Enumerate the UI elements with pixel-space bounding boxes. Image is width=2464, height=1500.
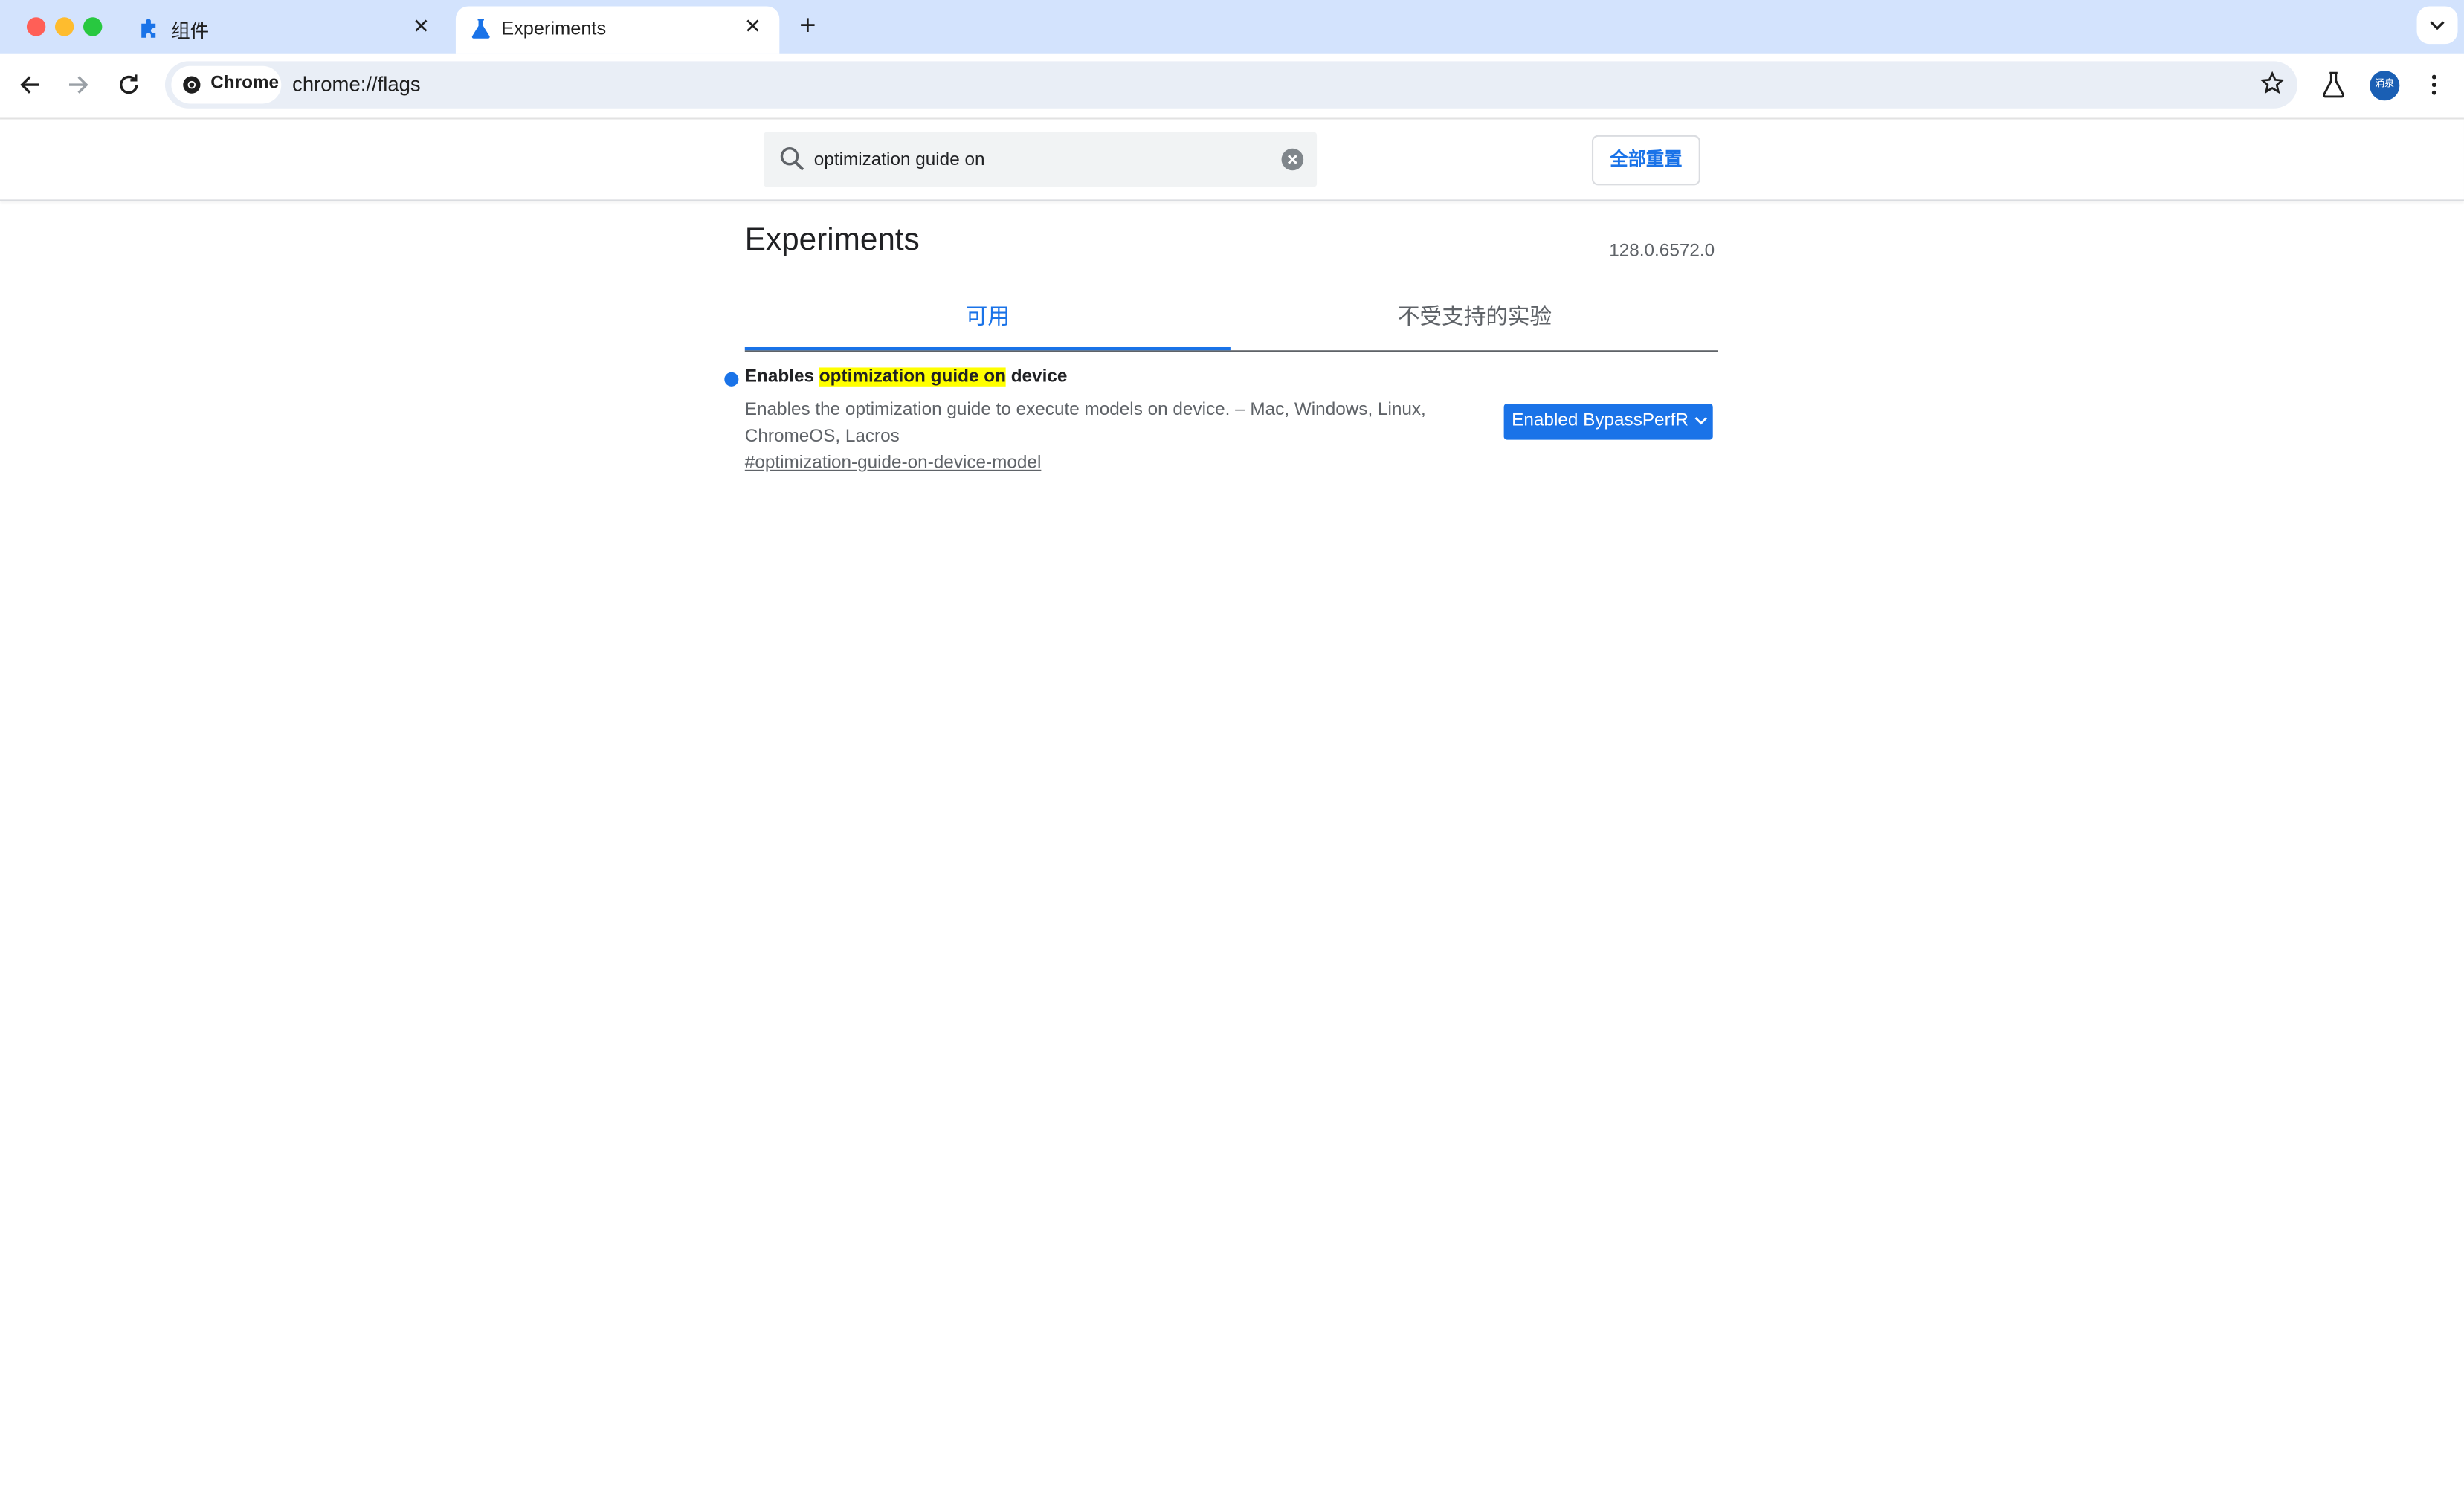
flags-tabs: 可用 不受支持的实验 bbox=[744, 288, 1718, 352]
search-input[interactable] bbox=[813, 146, 1270, 175]
toolbar: Chrome chrome://flags bbox=[0, 53, 2464, 120]
arrow-right-icon bbox=[68, 76, 88, 94]
tab-components[interactable]: 组件 ✕ bbox=[126, 6, 448, 53]
more-menu-icon[interactable] bbox=[2428, 72, 2440, 97]
page-title: Experiments bbox=[744, 223, 920, 258]
title-prefix: Enables bbox=[744, 367, 819, 387]
flags-header: 全部重置 bbox=[0, 119, 2464, 201]
search-icon bbox=[779, 146, 804, 172]
back-button[interactable] bbox=[16, 71, 44, 99]
close-icon[interactable]: ✕ bbox=[742, 15, 764, 38]
chrome-icon bbox=[182, 75, 201, 94]
tab-title: 组件 bbox=[171, 20, 210, 43]
selected-option: Enabled BypassPerfR bbox=[1512, 411, 1689, 430]
chevron-down-icon bbox=[2430, 21, 2445, 30]
chip-label: Chrome bbox=[210, 74, 280, 93]
profile-avatar[interactable]: 涌泉 bbox=[2370, 71, 2400, 101]
clear-search-icon[interactable] bbox=[1281, 148, 1305, 172]
reload-button[interactable] bbox=[115, 71, 143, 99]
experiment-description: Enables the optimization guide to execut… bbox=[744, 400, 1426, 447]
title-suffix: device bbox=[1005, 367, 1068, 387]
tab-available[interactable]: 可用 bbox=[744, 288, 1231, 351]
close-icon[interactable]: ✕ bbox=[410, 15, 433, 38]
puzzle-icon bbox=[138, 17, 161, 39]
experiment-title: Enables optimization guide on device bbox=[744, 367, 1068, 387]
close-window-button[interactable] bbox=[26, 17, 46, 36]
flask-icon bbox=[470, 17, 492, 39]
chevron-down-icon bbox=[1694, 413, 1708, 427]
forward-button[interactable] bbox=[65, 71, 93, 99]
experiment-state-select[interactable]: Enabled BypassPerfR bbox=[1503, 404, 1713, 440]
site-info-chip[interactable]: Chrome bbox=[171, 65, 282, 104]
maximize-window-button[interactable] bbox=[83, 17, 103, 36]
reload-icon bbox=[120, 74, 138, 94]
labs-flask-icon[interactable] bbox=[2321, 71, 2347, 99]
experiment-permalink[interactable]: #optimization-guide-on-device-model bbox=[745, 454, 1042, 473]
browser-window: 组件 ✕ Experiments ✕ + Chrome chrome://fla… bbox=[0, 0, 2464, 1500]
new-tab-button[interactable]: + bbox=[793, 11, 822, 39]
tab-experiments[interactable]: Experiments ✕ bbox=[455, 6, 780, 54]
version-label: 128.0.6572.0 bbox=[1609, 242, 1715, 261]
address-bar[interactable]: Chrome chrome://flags bbox=[164, 61, 2297, 109]
tab-strip: 组件 ✕ Experiments ✕ + bbox=[0, 0, 2464, 54]
tab-search-button[interactable] bbox=[2416, 6, 2458, 45]
tab-title: Experiments bbox=[501, 17, 607, 39]
bookmark-star-icon[interactable] bbox=[2260, 71, 2285, 96]
url-text[interactable]: chrome://flags bbox=[292, 72, 421, 96]
reset-all-button[interactable]: 全部重置 bbox=[1591, 135, 1700, 186]
flags-search-box[interactable] bbox=[764, 132, 1318, 187]
search-highlight: optimization guide on bbox=[819, 367, 1006, 387]
arrow-left-icon bbox=[20, 76, 39, 94]
tab-unsupported[interactable]: 不受支持的实验 bbox=[1232, 288, 1718, 347]
modified-indicator-dot bbox=[724, 372, 739, 387]
minimize-window-button[interactable] bbox=[54, 17, 74, 36]
